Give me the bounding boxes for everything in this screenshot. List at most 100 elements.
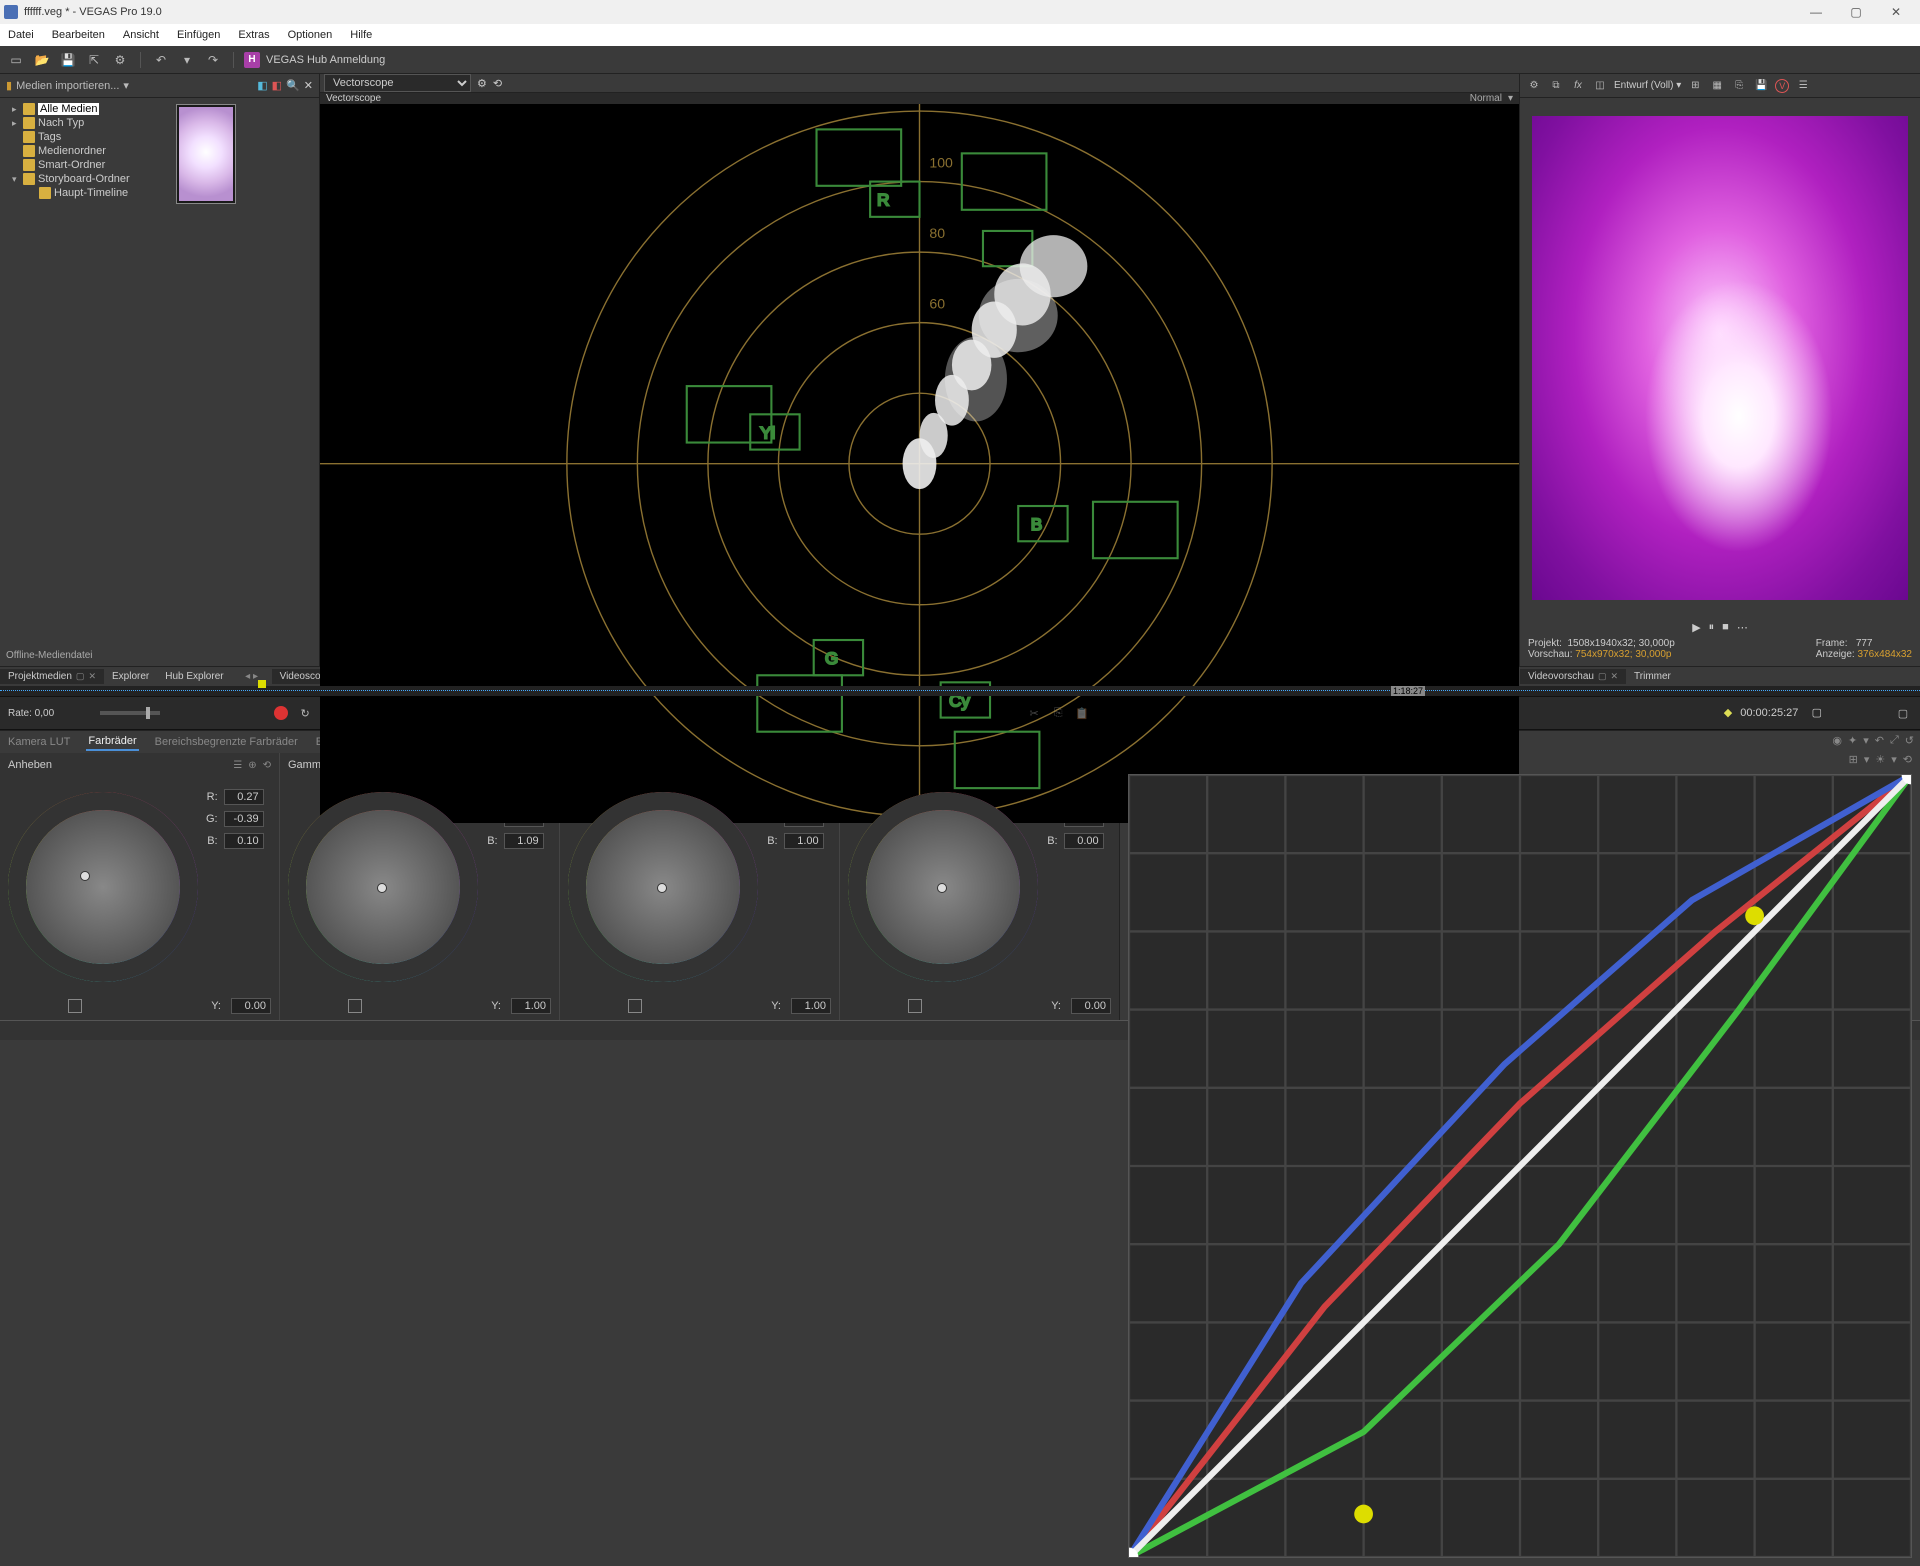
tab-hub-explorer[interactable]: Hub Explorer bbox=[157, 669, 231, 684]
view-red-icon[interactable]: ◧ bbox=[272, 79, 282, 92]
rate-slider[interactable] bbox=[100, 711, 160, 715]
preview-save-icon[interactable]: 💾 bbox=[1753, 78, 1769, 94]
menu-ansicht[interactable]: Ansicht bbox=[121, 27, 161, 43]
tab-explorer[interactable]: Explorer bbox=[104, 669, 157, 684]
playhead-marker[interactable] bbox=[258, 680, 266, 688]
menu-hilfe[interactable]: Hilfe bbox=[348, 27, 374, 43]
cut-icon[interactable]: ✂ bbox=[1025, 704, 1043, 722]
render-icon[interactable]: ⇱ bbox=[84, 50, 104, 70]
view-blue-icon[interactable]: ◧ bbox=[257, 79, 267, 92]
wheel-center-box-anheben[interactable] bbox=[68, 999, 82, 1013]
wheel-center-box-gamma[interactable] bbox=[348, 999, 362, 1013]
tab-videovorschau[interactable]: Videovorschau ▢ ✕ bbox=[1520, 669, 1626, 684]
menu-extras[interactable]: Extras bbox=[236, 27, 271, 43]
curve-undo-icon[interactable]: ↶ bbox=[1875, 734, 1884, 747]
color-wheel-anheben[interactable] bbox=[8, 792, 198, 982]
curve-expand-icon[interactable]: ⤢ bbox=[1890, 734, 1899, 747]
scope-settings-icon[interactable]: ⚙ bbox=[477, 77, 487, 90]
preview-play-icon[interactable]: ▶ bbox=[1692, 621, 1700, 634]
tab-close-icon[interactable]: ✕ bbox=[88, 671, 96, 682]
preview-more-icon[interactable]: ⋯ bbox=[1737, 621, 1748, 634]
media-thumb-1[interactable] bbox=[176, 104, 236, 204]
record-button[interactable] bbox=[272, 704, 290, 722]
preview-v-icon[interactable]: V bbox=[1775, 79, 1789, 93]
curve-grid-icon[interactable]: ⊞ bbox=[1849, 753, 1858, 766]
timecode-display[interactable]: 00:00:25:27 bbox=[1740, 707, 1798, 719]
tab-trimmer[interactable]: Trimmer bbox=[1626, 669, 1679, 684]
undo-icon[interactable]: ↶ bbox=[151, 50, 171, 70]
hub-signin-label[interactable]: VEGAS Hub Anmeldung bbox=[266, 54, 385, 66]
preview-quality-select[interactable]: Entwurf (Voll) ▾ bbox=[1614, 80, 1681, 91]
tree-smart-folder[interactable]: Smart-Ordner bbox=[2, 158, 168, 172]
anheben-r[interactable]: 0.27 bbox=[224, 789, 264, 805]
preview-split-icon[interactable]: ◫ bbox=[1592, 78, 1608, 94]
curve-sun-dropdown-icon[interactable]: ▾ bbox=[1891, 753, 1897, 766]
cgtab-kamera-lut[interactable]: Kamera LUT bbox=[6, 734, 72, 750]
curve-eyedrop-icon[interactable]: ◉ bbox=[1832, 734, 1842, 747]
tree-storyboard[interactable]: ▾Storyboard-Ordner bbox=[2, 172, 168, 186]
tree-by-type[interactable]: ▸Nach Typ bbox=[2, 116, 168, 130]
preview-layout-icon[interactable]: ⧉ bbox=[1548, 78, 1564, 94]
import-media-button[interactable]: Medien importieren... ▾ bbox=[16, 79, 129, 92]
anheben-b[interactable]: 0.10 bbox=[224, 833, 264, 849]
tree-all-media[interactable]: ▸Alle Medien bbox=[2, 102, 168, 116]
loop-icon[interactable]: ↻ bbox=[296, 704, 314, 722]
preview-overlay-icon[interactable]: ▦ bbox=[1709, 78, 1725, 94]
menu-bearbeiten[interactable]: Bearbeiten bbox=[50, 27, 107, 43]
preview-fx-icon[interactable]: fx bbox=[1570, 78, 1586, 94]
save-icon[interactable]: 💾 bbox=[58, 50, 78, 70]
new-project-icon[interactable]: ▭ bbox=[6, 50, 26, 70]
tree-tags[interactable]: Tags bbox=[2, 130, 168, 144]
color-wheel-versatz[interactable] bbox=[848, 792, 1038, 982]
gain-b[interactable]: 1.00 bbox=[784, 833, 824, 849]
timeline-ruler[interactable]: 1:18:27 bbox=[0, 686, 1920, 696]
close-button[interactable]: ✕ bbox=[1876, 0, 1916, 24]
search-icon[interactable]: 🔍 bbox=[286, 79, 300, 92]
anheben-y[interactable]: 0.00 bbox=[231, 998, 271, 1014]
curve-grid-dropdown-icon[interactable]: ▾ bbox=[1864, 753, 1870, 766]
gain-y[interactable]: 1.00 bbox=[791, 998, 831, 1014]
scope-mode[interactable]: Normal bbox=[1470, 93, 1502, 104]
preview-grid-icon[interactable]: ⊞ bbox=[1687, 78, 1703, 94]
properties-icon[interactable]: ⚙ bbox=[110, 50, 130, 70]
color-wheel-gamma[interactable] bbox=[288, 792, 478, 982]
redo-icon[interactable]: ↷ bbox=[203, 50, 223, 70]
wheel-center-box-versatz[interactable] bbox=[908, 999, 922, 1013]
curves-editor[interactable] bbox=[1128, 774, 1912, 1558]
cgtab-farbraeder[interactable]: Farbräder bbox=[86, 733, 138, 751]
minimize-button[interactable]: — bbox=[1796, 0, 1836, 24]
menu-datei[interactable]: Datei bbox=[6, 27, 36, 43]
preview-stop-icon[interactable]: ■ bbox=[1722, 621, 1729, 633]
curve-reset-icon[interactable]: ⟲ bbox=[1903, 753, 1912, 766]
undo-dropdown-icon[interactable]: ▾ bbox=[177, 50, 197, 70]
gamma-y[interactable]: 1.00 bbox=[511, 998, 551, 1014]
versatz-b[interactable]: 0.00 bbox=[1064, 833, 1104, 849]
preview-pause-icon[interactable]: ⏸ bbox=[1709, 621, 1715, 634]
timecode-box-icon[interactable]: ▢ bbox=[1812, 707, 1822, 719]
copy-icon[interactable]: ⎘ bbox=[1049, 704, 1067, 722]
wheel-sliders-icon[interactable]: ☰ bbox=[233, 760, 242, 771]
paste-icon[interactable]: 📋 bbox=[1073, 704, 1091, 722]
menu-optionen[interactable]: Optionen bbox=[286, 27, 335, 43]
curve-auto-icon[interactable]: ✦ bbox=[1848, 734, 1857, 747]
curve-reset-icon[interactable]: ↺ bbox=[1905, 734, 1914, 747]
tab-preview-icon[interactable]: ▢ bbox=[76, 671, 85, 682]
open-icon[interactable]: 📂 bbox=[32, 50, 52, 70]
scope-refresh-icon[interactable]: ⟲ bbox=[493, 77, 502, 90]
hub-badge-icon[interactable]: H bbox=[244, 52, 260, 68]
maximize-button[interactable]: ▢ bbox=[1836, 0, 1876, 24]
keyframe-icon[interactable]: ◆ bbox=[1724, 707, 1732, 719]
preview-menu-icon[interactable]: ☰ bbox=[1795, 78, 1811, 94]
preview-settings-icon[interactable]: ⚙ bbox=[1526, 78, 1542, 94]
media-icon[interactable]: ▮ bbox=[6, 79, 12, 92]
tree-media-folder[interactable]: Medienordner bbox=[2, 144, 168, 158]
wheel-reset-icon[interactable]: ⟲ bbox=[263, 760, 271, 771]
preview-copy-icon[interactable]: ⎘ bbox=[1731, 78, 1747, 94]
anheben-g[interactable]: -0.39 bbox=[224, 811, 264, 827]
tab-projektmedien[interactable]: Projektmedien ▢ ✕ bbox=[0, 669, 104, 684]
versatz-y[interactable]: 0.00 bbox=[1071, 998, 1111, 1014]
gamma-b[interactable]: 1.09 bbox=[504, 833, 544, 849]
wheel-target-icon[interactable]: ⊕ bbox=[248, 760, 256, 771]
chevron-down-icon[interactable]: ▾ bbox=[1508, 93, 1513, 104]
scope-type-select[interactable]: Vectorscope bbox=[324, 74, 471, 92]
